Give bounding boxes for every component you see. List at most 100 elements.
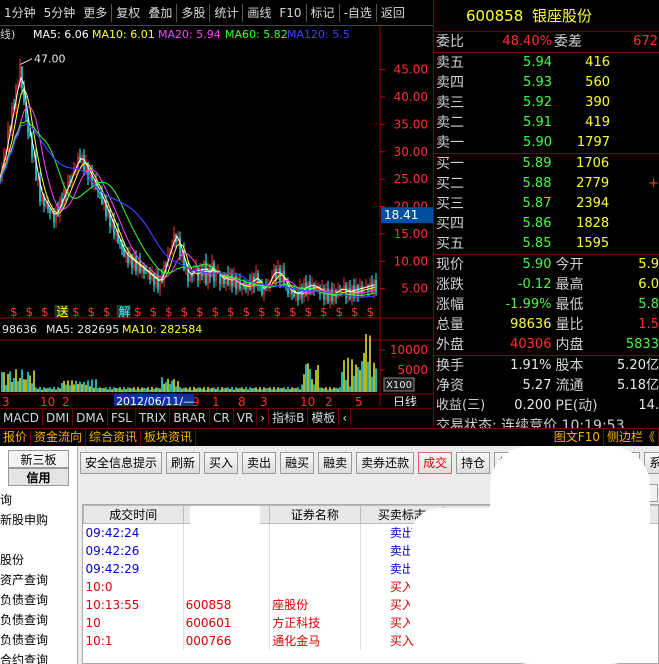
indicator-tab-11[interactable]: ‹ (339, 409, 352, 426)
volume-bar (231, 387, 233, 392)
trade-button-7[interactable]: 成交 (418, 452, 453, 474)
toolbar-5[interactable]: 多股 (177, 0, 209, 26)
indicator-tab-6[interactable]: CR (210, 409, 234, 426)
stats-block: 现价 5.90 今开 5.9 涨跌 -0.12 最高 6.0 涨幅 -1.99% 最低 5.8 总量 98… (434, 255, 659, 355)
trade-button-0[interactable]: 安全信息提示 (80, 452, 163, 474)
volume-bar (51, 389, 53, 392)
trade-button-5[interactable]: 融卖 (318, 452, 353, 474)
event-marker: 解 (119, 305, 131, 319)
volume-bar (193, 387, 195, 392)
nav-item-3[interactable]: 股份 (0, 550, 77, 570)
nav-item-2[interactable] (0, 530, 77, 550)
trade-button-4[interactable]: 融买 (280, 452, 315, 474)
nav-item-8[interactable]: 合约查询 (0, 650, 77, 664)
column-header[interactable]: 成交时间 (83, 505, 184, 524)
volume-bar (235, 387, 237, 392)
indicator-tab-1[interactable]: DMI (43, 409, 74, 426)
candle-body (145, 272, 147, 274)
stat-label: PE(动) (555, 398, 598, 414)
volume-bar (327, 389, 329, 392)
kline-chart-svg[interactable]: 45.0040.0035.0030.0025.0020.0015.0010.00… (0, 26, 433, 409)
volume-bar (205, 389, 207, 392)
nav-item-5[interactable]: 负债查询 (0, 590, 77, 610)
volume-bar (319, 387, 321, 392)
info-tab-3[interactable]: 板块资讯 (141, 429, 197, 446)
trade-button-3[interactable]: 卖出 (242, 452, 277, 474)
volume-bar (275, 389, 277, 392)
volume-bar (147, 387, 149, 392)
toolbar-11[interactable]: 返回 (377, 0, 409, 26)
toolbar-9[interactable]: 标记 (307, 0, 339, 26)
stat-value: 1.91% (510, 358, 552, 373)
toolbar-6[interactable]: 统计 (210, 0, 242, 26)
info-tab-2[interactable]: 综合资讯 (86, 429, 142, 446)
volume-bar (21, 369, 23, 392)
info-tab-5[interactable]: 侧边栏《 (604, 429, 659, 446)
volume-bar (1, 371, 3, 392)
toolbar-0[interactable]: 1分钟 (0, 0, 40, 26)
volume-bar (339, 387, 341, 392)
column-header[interactable]: 证券名称 (269, 505, 361, 524)
trade-button-1[interactable]: 刷新 (166, 452, 201, 474)
ma-legend-item: MA10: 6.01 (92, 28, 155, 41)
info-tab-0[interactable]: 报价 (0, 429, 32, 446)
trade-button-8[interactable]: 持仓 (456, 452, 491, 474)
indicator-tab-7[interactable]: VR (234, 409, 258, 426)
volume-bar (103, 388, 105, 392)
date-tick-label: 2 (62, 395, 70, 406)
toolbar-3[interactable]: 复权 (112, 0, 144, 26)
info-tab-4[interactable]: 图文F10 (551, 429, 604, 446)
date-tick-label: 10 (40, 395, 55, 406)
toolbar-7[interactable]: 画线 (243, 0, 275, 26)
volume-bar (257, 389, 259, 392)
volume-bar (215, 388, 217, 392)
nav-item-1[interactable]: 新股申购 (0, 510, 77, 530)
toolbar-10[interactable]: -自选 (340, 0, 376, 26)
stat-value: 5.90 (522, 257, 552, 272)
volume-bar (351, 359, 353, 392)
volume-bar (157, 387, 159, 392)
indicator-tab-2[interactable]: DMA (73, 409, 108, 426)
volume-bar (59, 388, 61, 392)
indicator-tab-8[interactable]: › (257, 409, 270, 426)
nav-item-0[interactable]: 询 (0, 490, 77, 510)
kline-chart[interactable]: 45.00 40.00 35.00 30.00 25.00 20.00 15.00 10.00… (0, 26, 433, 409)
info-tab-1[interactable]: 资金流向 (31, 429, 87, 446)
stat-label: 总量 (436, 317, 464, 333)
indicator-tab-10[interactable]: 模板 (308, 409, 340, 426)
stat-value: 98636 (510, 317, 552, 332)
event-marker: $ (41, 305, 49, 319)
toolbar-2[interactable]: 更多 (79, 0, 111, 26)
nav-item-4[interactable]: 资产查询 (0, 570, 77, 590)
price-tick-label: 5.00 (401, 282, 428, 296)
nav-item-6[interactable]: 负债查询 (0, 610, 77, 630)
cell-code: 600858 (183, 595, 271, 614)
toolbar-1[interactable]: 5分钟 (40, 0, 80, 26)
indicator-tab-4[interactable]: TRIX (136, 409, 171, 426)
trade-button-6[interactable]: 卖券还款 (356, 452, 415, 474)
candle-body (375, 280, 377, 293)
price-tick-label: 45.00 (394, 63, 428, 77)
indicator-tab-9[interactable]: 指标B (269, 409, 309, 426)
indicator-tab-5[interactable]: BRAR (170, 409, 211, 426)
date-tick-label: 3 (260, 395, 268, 406)
volume-bar (305, 364, 307, 392)
stat-value: 5.8 (638, 297, 659, 312)
indicator-tab-0[interactable]: MACD (0, 409, 43, 426)
nav-tab-0[interactable]: 新三板 (8, 450, 69, 468)
nav-tab-1[interactable]: 信用 (8, 468, 69, 486)
ask-label: 卖二 (436, 115, 464, 131)
indicator-tab-3[interactable]: FSL (108, 409, 136, 426)
nav-item-7[interactable]: 负债查询 (0, 630, 77, 650)
trade-button-2[interactable]: 买入 (204, 452, 239, 474)
volume-bar (225, 387, 227, 392)
stat-row: 现价 5.90 今开 5.9 (434, 255, 659, 275)
volume-bar (267, 388, 269, 392)
bid-change: + (648, 176, 659, 191)
candle-body (281, 270, 283, 283)
stat-label: 最低 (555, 297, 584, 313)
volume-bar (269, 387, 271, 392)
candle-body (49, 209, 51, 214)
toolbar-8[interactable]: F10 (275, 0, 305, 26)
toolbar-4[interactable]: 叠加 (144, 0, 176, 26)
